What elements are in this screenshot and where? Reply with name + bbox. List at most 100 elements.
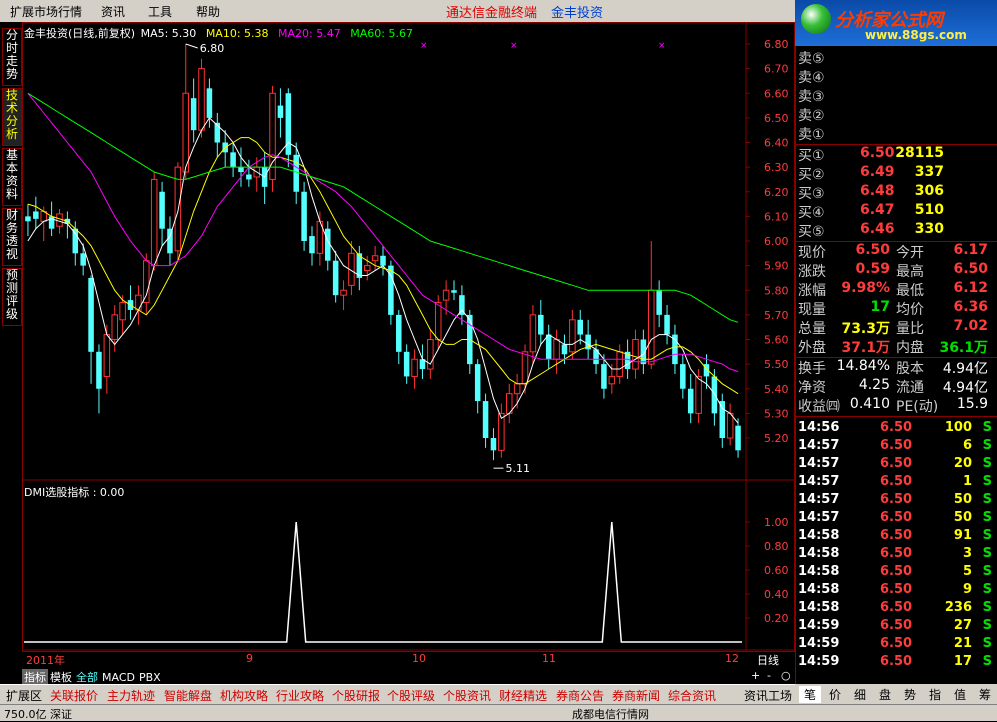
nav-related-quotes[interactable]: 关联报价 <box>50 687 98 704</box>
nav-industry[interactable]: 行业攻略 <box>276 687 324 704</box>
menu-tools[interactable]: 工具 <box>148 3 172 20</box>
tab-financials[interactable]: 财务透视 <box>2 208 22 266</box>
tab-intraday[interactable]: 分时走势 <box>2 28 22 86</box>
right-tab-0[interactable]: 笔 <box>799 686 821 703</box>
date-axis: 2011年 9 10 11 12 日线 <box>22 652 795 667</box>
tab-fundamentals[interactable]: 基本资料 <box>2 148 22 206</box>
nav-general-info[interactable]: 综合资讯 <box>668 687 716 704</box>
candle-body-down <box>474 364 481 402</box>
candle-body-down <box>380 255 386 266</box>
quote-row: 现量 17 均价 6.36 <box>798 299 994 318</box>
dmi-signal-line <box>24 521 742 643</box>
tick-time: 14:59 <box>798 618 840 633</box>
kline-chart[interactable]: 6.80 6.70 6.60 6.50 6.40 6.30 6.20 6.10 6.00 5.90… <box>22 22 795 652</box>
nav-institution[interactable]: 机构攻略 <box>220 687 268 704</box>
candle-body-up <box>135 294 142 311</box>
tab-template[interactable]: 模板 <box>48 669 74 685</box>
buy-price: 6.46 <box>860 221 895 237</box>
sell-row: 卖② <box>798 105 994 124</box>
buy-price: 6.49 <box>860 164 895 180</box>
tick-time: 14:56 <box>798 420 840 435</box>
menu-help[interactable]: 帮助 <box>196 3 220 20</box>
period-label[interactable]: 日线 <box>757 652 779 668</box>
sell-level-label: 卖③ <box>798 89 825 105</box>
tick-time: 14:59 <box>798 636 840 651</box>
tick-volume: 3 <box>962 546 972 561</box>
tick-volume: 20 <box>953 456 972 471</box>
nav-stock-rating[interactable]: 个股评级 <box>387 687 435 704</box>
tick-side: S <box>982 546 992 561</box>
zoom-in-button[interactable]: + <box>751 669 760 682</box>
tick-side: S <box>982 438 992 453</box>
price-axis-label: 5.80 <box>764 284 789 297</box>
tick-time: 14:57 <box>798 510 840 525</box>
tab-all[interactable]: 全部 <box>74 669 100 685</box>
buy-row: 买③ 6.48 306 <box>798 183 994 202</box>
menu-info[interactable]: 资讯 <box>101 3 125 20</box>
nav-stock-info[interactable]: 个股资讯 <box>443 687 491 704</box>
right-tab-1[interactable]: 价 <box>824 686 846 703</box>
tick-side: S <box>982 456 992 471</box>
tab-macd[interactable]: MACD <box>100 671 137 684</box>
right-tab-5[interactable]: 指 <box>924 686 946 703</box>
candle-body-down <box>72 228 79 254</box>
tick-row: 14:57 6.50 50 S <box>798 492 994 510</box>
date-dec: 12 <box>725 652 739 665</box>
tab-technical[interactable]: 技术分析 <box>2 88 22 146</box>
menu-extended-market[interactable]: 扩展市场行情 <box>10 3 82 20</box>
nav-broker-notice[interactable]: 券商公告 <box>556 687 604 704</box>
right-tab-6[interactable]: 值 <box>949 686 971 703</box>
candle-body-down <box>396 314 402 352</box>
high-pointer <box>185 43 198 49</box>
zoom-out-button[interactable]: - <box>767 669 771 682</box>
candle-body-down <box>48 216 55 229</box>
candle-body-down <box>687 388 694 414</box>
buy-volume: 306 <box>914 183 944 199</box>
quote-value: 37.1万 <box>841 340 890 356</box>
quote-panel: 卖⑤ 卖④ 卖③ 卖② 卖① 买① 6.50 28115 买② 6.49 337 买③ 6.48 306 买… <box>795 46 997 684</box>
price-axis-label: 5.30 <box>764 407 789 420</box>
candle-body-down <box>664 314 670 335</box>
candle-body-down <box>735 425 741 451</box>
tick-price: 6.50 <box>880 636 913 651</box>
tick-side: S <box>982 618 992 633</box>
candle-body-down <box>545 334 552 360</box>
nav-extended[interactable]: 扩展区 <box>6 687 42 704</box>
right-tab-2[interactable]: 细 <box>849 686 871 703</box>
nav-main-force[interactable]: 主力轨迹 <box>107 687 155 704</box>
quote-label: 最低 <box>896 283 924 299</box>
candle-body-down <box>159 191 165 229</box>
right-tab-7[interactable]: 筹 <box>974 686 996 703</box>
nav-broker-news[interactable]: 券商新闻 <box>612 687 660 704</box>
tick-volume: 236 <box>944 600 972 615</box>
tab-indicator[interactable]: 指标 <box>22 669 48 685</box>
ma60-label: MA60: 5.67 <box>350 27 413 40</box>
ma20-label: MA20: 5.47 <box>278 27 341 40</box>
zoom-reset-button[interactable]: ○ <box>781 669 791 682</box>
fund-row: 换手 14.84% 股本 4.94亿 <box>798 358 994 377</box>
nav-smart-analysis[interactable]: 智能解盘 <box>164 687 212 704</box>
right-tab-4[interactable]: 势 <box>899 686 921 703</box>
price-axis-label: 6.40 <box>764 137 789 150</box>
fund-value: 15.9 <box>956 396 988 412</box>
nav-stock-research[interactable]: 个股研报 <box>332 687 380 704</box>
price-axis-label: 6.30 <box>764 161 789 174</box>
tab-forecast[interactable]: 预测评级 <box>2 268 22 326</box>
right-tab-strip: 笔价细盘势指值筹 <box>795 684 997 704</box>
candle-body-down <box>451 290 457 293</box>
nav-info-workshop[interactable]: 资讯工场 <box>744 687 792 704</box>
event-marker: × <box>510 41 518 51</box>
tick-price: 6.50 <box>880 564 913 579</box>
candle-body-up <box>411 358 418 377</box>
tick-side: S <box>982 564 992 579</box>
tick-side: S <box>982 528 992 543</box>
nav-finance-picks[interactable]: 财经精选 <box>499 687 547 704</box>
quote-value: 17 <box>870 299 890 315</box>
right-tab-3[interactable]: 盘 <box>874 686 896 703</box>
tab-pbx[interactable]: PBX <box>137 671 163 684</box>
tick-row: 14:58 6.50 236 S <box>798 600 994 618</box>
tick-price: 6.50 <box>880 420 913 435</box>
price-axis-label: 6.50 <box>764 112 789 125</box>
fund-label: 净资 <box>798 380 826 396</box>
tick-time: 14:58 <box>798 546 840 561</box>
